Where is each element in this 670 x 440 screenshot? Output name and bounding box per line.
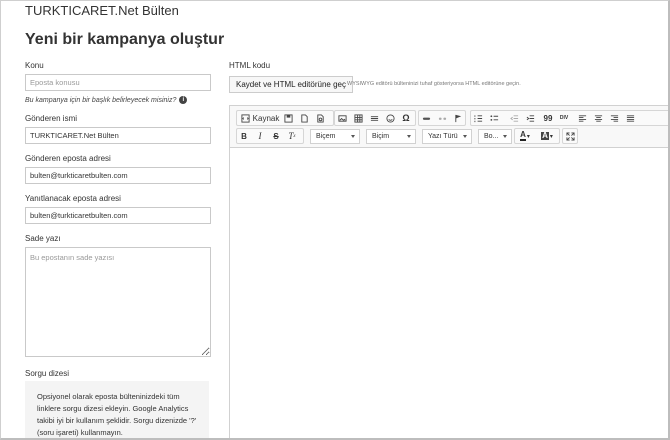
indent-icon[interactable]: [524, 111, 536, 125]
page-title: Yeni bir kampanya oluştur: [25, 31, 225, 48]
remove-format-icon[interactable]: Tx: [286, 129, 298, 143]
source-button[interactable]: Kaynak: [238, 111, 282, 125]
link-icon[interactable]: [420, 111, 432, 125]
reply-email-label: Yanıtlanacak eposta adresi: [25, 194, 121, 203]
bg-color-glyph: A: [541, 131, 549, 140]
html-code-label: HTML kodu: [229, 61, 271, 70]
subject-label: Konu: [25, 61, 44, 70]
text-color-glyph: A: [520, 130, 526, 141]
subject-hint-text: Bu kampanya için bir başlık belirleyecek…: [25, 96, 177, 104]
sender-name-input[interactable]: [25, 127, 211, 144]
sender-email-label: Gönderen eposta adresi: [25, 154, 111, 163]
div-icon[interactable]: DIV: [558, 111, 570, 125]
table-icon[interactable]: [352, 111, 364, 125]
align-left-icon[interactable]: [576, 111, 588, 125]
query-string-notice: Opsiyonel olarak eposta bülteninizdeki t…: [25, 381, 209, 438]
save-icon[interactable]: [282, 111, 294, 125]
preview-icon[interactable]: [314, 111, 326, 125]
size-combo-label: Bo...: [484, 133, 499, 140]
strikethrough-icon[interactable]: S: [270, 129, 282, 143]
format-combo[interactable]: Biçim: [366, 129, 416, 144]
blockquote-icon[interactable]: 99: [542, 111, 554, 125]
sender-name-label: Gönderen ismi: [25, 114, 78, 123]
toggle-hint: WYSIWYG editörü bülteninizi tuhaf göster…: [347, 81, 521, 87]
special-char-icon[interactable]: Ω: [400, 111, 412, 125]
source-icon: [241, 113, 250, 123]
reply-email-input[interactable]: [25, 207, 211, 224]
font-combo-label: Yazı Türü: [428, 133, 458, 140]
bold-icon[interactable]: B: [238, 129, 250, 143]
subject-hint: Bu kampanya için bir başlık belirleyecek…: [25, 96, 188, 104]
plain-text-textarea[interactable]: [25, 247, 211, 357]
styles-combo[interactable]: Biçem: [310, 129, 360, 144]
size-combo[interactable]: Bo...: [478, 129, 512, 144]
outdent-icon[interactable]: [508, 111, 520, 125]
align-right-icon[interactable]: [608, 111, 620, 125]
justify-icon[interactable]: [624, 111, 636, 125]
paragraph-group: [470, 110, 668, 126]
chevron-down-icon: [351, 135, 355, 138]
anchor-icon[interactable]: [452, 111, 464, 125]
background-color-icon[interactable]: A ▾: [538, 129, 556, 143]
app-title: TURKTICARET.Net Bülten: [25, 3, 179, 18]
wysiwyg-editor: Kaynak Ω 99 DIV B I S T x Biçem Biçim Ya…: [229, 105, 668, 438]
chevron-down-icon: [503, 135, 507, 138]
format-combo-label: Biçim: [372, 133, 390, 140]
horizontal-line-icon[interactable]: [368, 111, 380, 125]
info-icon[interactable]: i: [179, 96, 188, 104]
bullet-list-icon[interactable]: [488, 111, 500, 125]
align-center-icon[interactable]: [592, 111, 604, 125]
numbered-list-icon[interactable]: [472, 111, 484, 125]
query-string-label: Sorgu dizesi: [25, 369, 70, 378]
chevron-down-icon: [407, 135, 411, 138]
sender-email-input[interactable]: [25, 167, 211, 184]
chevron-down-icon: [463, 135, 467, 138]
smiley-icon[interactable]: [384, 111, 396, 125]
editor-toolbar: Kaynak Ω 99 DIV B I S T x Biçem Biçim Ya…: [230, 106, 668, 148]
text-color-icon[interactable]: A ▾: [516, 129, 534, 143]
maximize-icon[interactable]: [564, 129, 576, 143]
subject-input[interactable]: [25, 74, 211, 91]
italic-icon[interactable]: I: [254, 129, 266, 143]
font-combo[interactable]: Yazı Türü: [422, 129, 472, 144]
switch-to-html-editor-button[interactable]: Kaydet ve HTML editörüne geç: [229, 76, 353, 93]
plain-text-label: Sade yazı: [25, 234, 61, 243]
unlink-icon[interactable]: [436, 111, 448, 125]
new-page-icon[interactable]: [298, 111, 310, 125]
styles-combo-label: Biçem: [316, 133, 336, 140]
app-window: TURKTICARET.Net Bülten Yeni bir kampanya…: [0, 0, 670, 440]
editor-content-area[interactable]: [230, 149, 668, 438]
source-label: Kaynak: [252, 113, 280, 123]
image-icon[interactable]: [336, 111, 348, 125]
